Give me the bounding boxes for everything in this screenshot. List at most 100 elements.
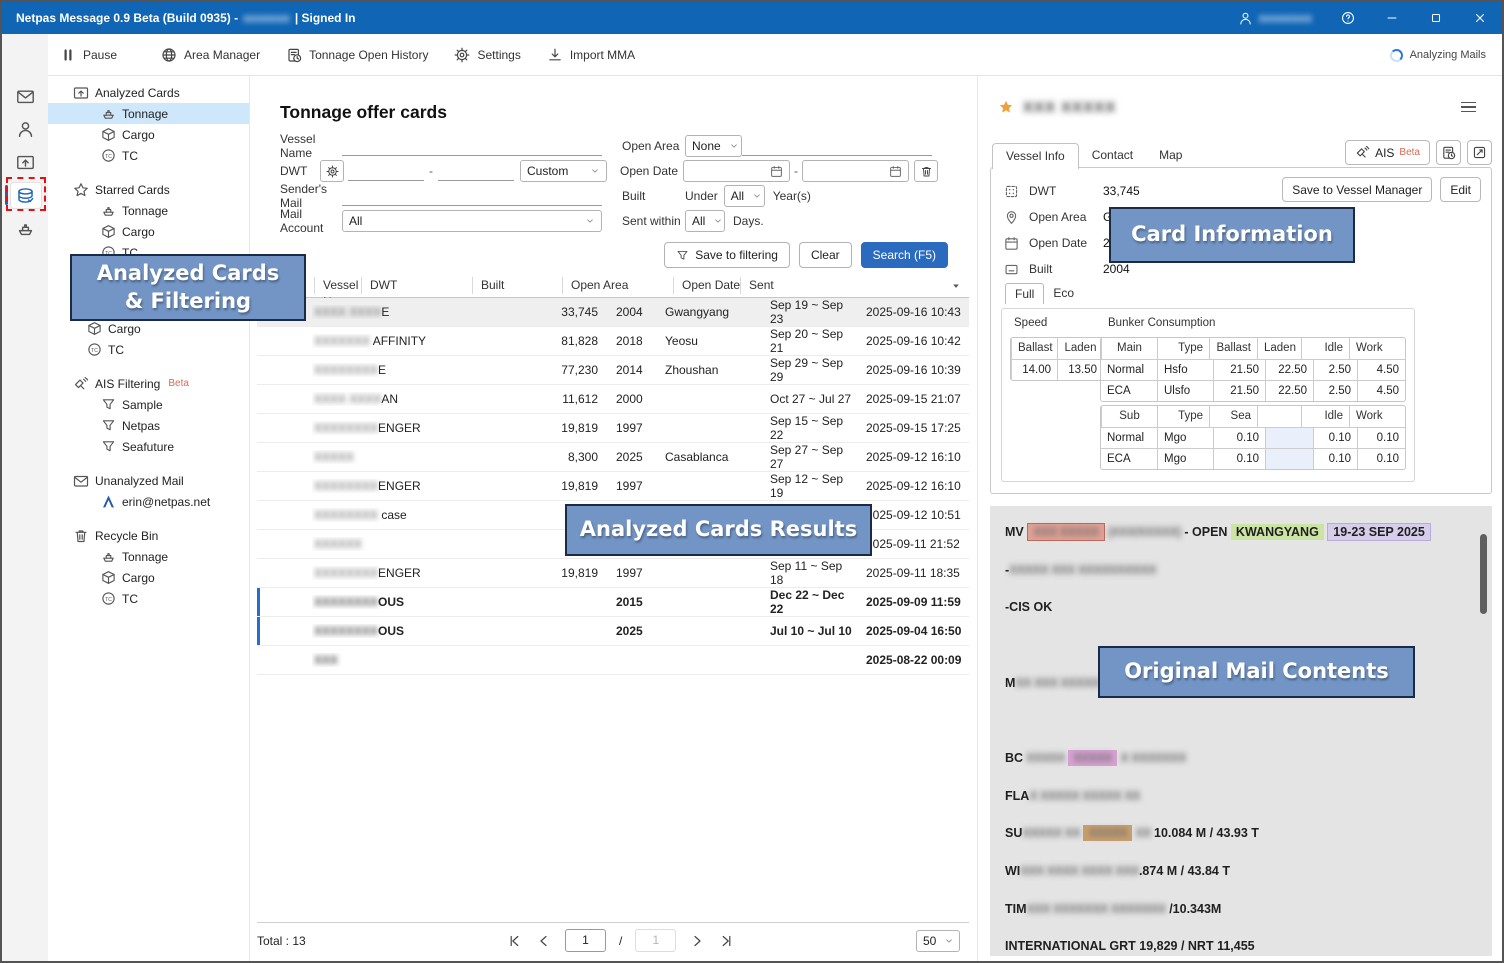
card-menu-button[interactable] [1461,102,1476,113]
consumption-mode-tab[interactable]: Eco [1044,283,1083,303]
search-button[interactable]: Search (F5) [861,242,948,268]
tree-item[interactable]: Tonnage [48,103,249,124]
card-tab[interactable]: Vessel Info [992,143,1079,169]
card-star-icon[interactable] [998,99,1014,115]
tree-item[interactable]: Netpas [48,415,249,436]
tree-section-root[interactable]: Unanalyzed Mail [48,470,249,491]
tree-item[interactable]: Sample [48,394,249,415]
open-date-to-input[interactable] [802,160,909,182]
table-row[interactable]: XXXXX 8,300 2025 Casablanca Sep 27 ~ Sep… [257,443,969,472]
last-page-button[interactable] [718,933,734,949]
row-expand-icon[interactable] [263,597,273,607]
column-header[interactable]: Open Area [562,277,673,294]
dwt-max-input[interactable] [438,161,514,181]
table-row[interactable]: XXXXXXX AFFINITY 81,828 2018 Yeosu Sep 2… [257,327,969,356]
prev-page-button[interactable] [536,933,552,949]
page-input[interactable]: 1 [565,929,606,952]
tree-item[interactable]: Cargo [48,124,249,145]
edit-button[interactable]: Edit [1440,177,1481,202]
open-external-button[interactable] [1467,140,1492,165]
user-account-button[interactable]: xxxxxxxx [1224,11,1326,26]
tree-item[interactable]: Seafuture [48,436,249,457]
table-row[interactable]: XXXXXXXXENGER 19,819 1997 Sep 11 ~ Sep 1… [257,559,969,588]
open-date-clear-button[interactable] [914,160,938,182]
dwt-settings-button[interactable] [320,160,344,182]
dwt-preset-select[interactable]: Custom [520,160,607,182]
clear-button[interactable]: Clear [799,242,852,268]
tree-item[interactable]: Tonnage [48,200,249,221]
card-tab[interactable]: Map [1146,143,1195,168]
open-date-from-input[interactable] [683,160,790,182]
tree-section-root[interactable]: Recycle Bin [48,525,249,546]
open-area-select[interactable]: None [685,135,742,157]
tree-item[interactable]: Cargo [48,318,249,339]
dwt-min-input[interactable] [348,161,424,181]
tree-item[interactable]: Tonnage [48,546,249,567]
consumption-mode-tab[interactable]: Full [1005,283,1044,304]
ais-button[interactable]: AISBeta [1345,140,1430,165]
toolbar-item[interactable]: Pause [60,47,135,63]
table-row[interactable]: XXX 2025-08-22 00:09 [257,646,969,675]
tree-item[interactable]: TC TC [48,588,249,609]
tree-section-root[interactable]: Analyzed Cards [48,82,249,103]
card-history-button[interactable] [1436,140,1461,165]
table-row[interactable]: XXXXXXXXENGER 19,819 1997 Sep 12 ~ Sep 1… [257,472,969,501]
save-to-filtering-button[interactable]: Save to filtering [664,242,790,268]
tree-item[interactable]: erin@netpas.net [48,491,249,512]
table-row[interactable]: XXXXXXXXENGER 19,819 1997 Sep 15 ~ Sep 2… [257,414,969,443]
tree-item[interactable]: TC TC [48,145,249,166]
row-star-icon[interactable] [278,335,291,348]
toolbar-item[interactable]: Tonnage Open History [286,47,428,63]
tree-item[interactable]: Cargo [48,567,249,588]
card-tab[interactable]: Contact [1079,143,1146,168]
tree-item[interactable]: Cargo [48,221,249,242]
built-select[interactable]: All [724,185,765,207]
column-header[interactable]: Open Date [673,277,740,294]
next-page-button[interactable] [689,933,705,949]
mail-account-label: Mail Account [280,207,342,235]
mail-account-select[interactable]: All [342,210,602,232]
toolbar-item[interactable]: Area Manager [161,47,260,63]
satellite-icon [1355,145,1370,160]
table-row[interactable]: XXXXXXXXOUS 2025 Jul 10 ~ Jul 10 2025-09… [257,617,969,646]
open-area-input[interactable] [742,136,932,156]
page-size-value: 50 [923,934,936,948]
column-header[interactable]: Sent [740,277,774,294]
close-button[interactable] [1458,2,1502,34]
tree-item[interactable]: TC TC [48,339,249,360]
table-row[interactable]: XXXX XXXXAN 11,612 2000 Oct 27 ~ Jul 27 … [257,385,969,414]
row-star-icon[interactable] [278,451,291,464]
tree-section-root[interactable]: Starred Cards [48,179,249,200]
cell-open-date: Sep 20 ~ Sep 21 [768,327,858,355]
row-expand-icon[interactable] [263,510,273,520]
rail-item[interactable] [2,212,48,245]
column-header[interactable]: DWT [361,277,472,294]
mail-scrollbar[interactable] [1480,534,1487,614]
minimize-button[interactable] [1370,2,1414,34]
rail-item[interactable] [2,113,48,146]
maximize-button[interactable] [1414,2,1458,34]
cell-sent: 2025-09-11 21:52 [858,537,969,551]
cell-sent: 2025-08-22 00:09 [858,653,969,667]
rail-item[interactable] [2,80,48,113]
table-row[interactable]: XXXXXXXXE 77,230 2014 Zhoushan Sep 29 ~ … [257,356,969,385]
tree-item-label: Cargo [122,225,155,239]
toolbar-item[interactable]: Import MMA [547,47,635,63]
tree-section-root[interactable]: AIS Filtering Beta [48,373,249,394]
row-expand-icon[interactable] [263,452,273,462]
toolbar-item[interactable]: Settings [454,47,520,63]
vessel-name-input[interactable] [342,136,602,156]
page-size-select[interactable]: 50 [916,930,960,952]
first-page-button[interactable] [507,933,523,949]
column-header[interactable]: Built [472,277,562,294]
cell-sent: 2025-09-09 11:59 [858,595,969,609]
sent-within-select[interactable]: All [685,210,725,232]
table-row[interactable]: XXXX XXXXE 33,745 2004 Gwangyang Sep 19 … [257,298,969,327]
rail-item[interactable] [2,146,48,179]
save-to-vessel-manager-button[interactable]: Save to Vessel Manager [1282,177,1432,202]
sent-filter-icon[interactable] [951,281,961,291]
senders-mail-input[interactable] [342,186,602,206]
table-row[interactable]: XXXXXXXXOUS 2015 Dec 22 ~ Dec 22 2025-09… [257,588,969,617]
column-header[interactable]: Vessel Name [314,277,361,294]
help-button[interactable] [1326,2,1370,34]
